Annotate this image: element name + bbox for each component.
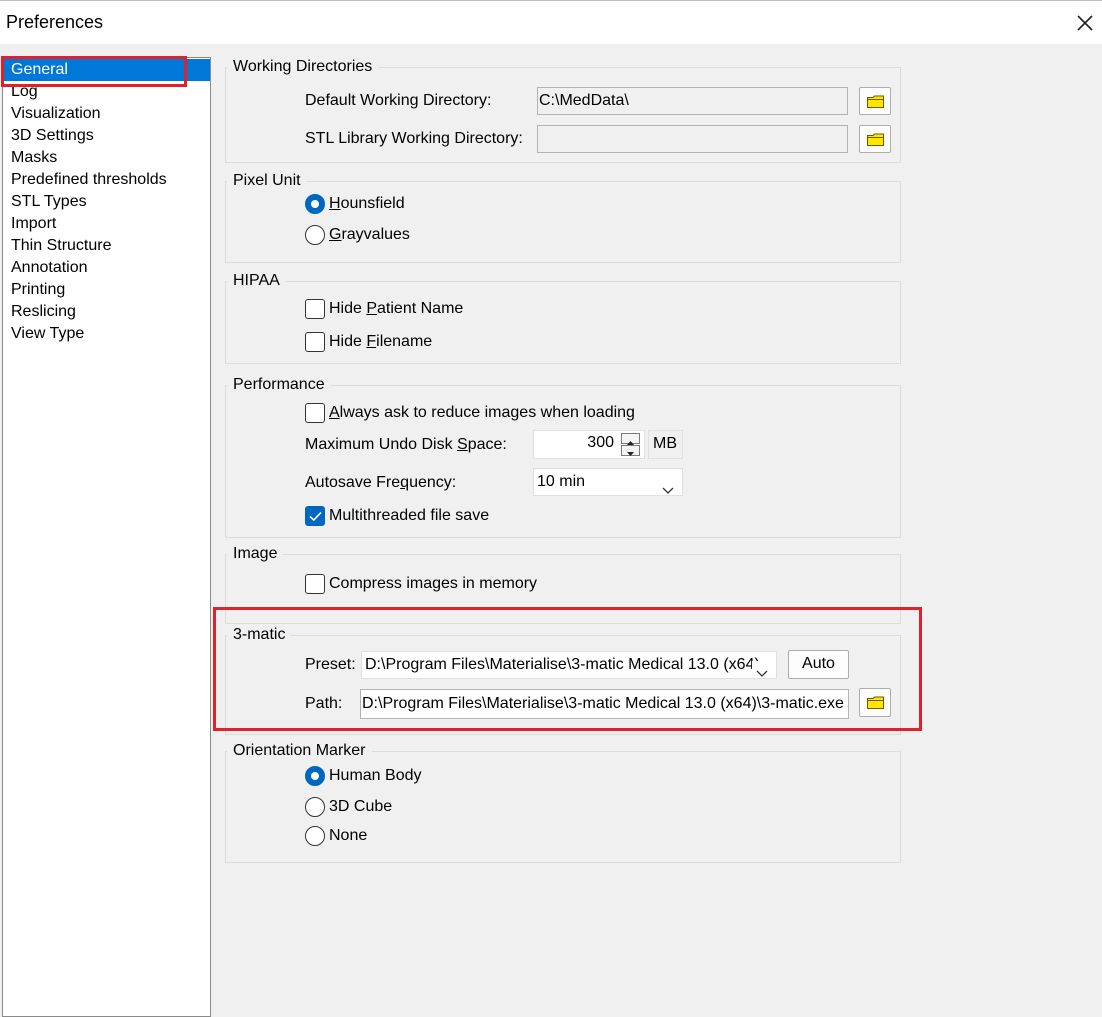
preset-value: D:\Program Files\Materialise\3-matic Med… (365, 656, 760, 673)
max-undo-disk-space-value: 300 (587, 434, 614, 451)
sidebar-item-import[interactable]: Import (4, 213, 210, 235)
preset-label: Preset: (305, 656, 356, 673)
hide-patient-name-checkbox[interactable] (305, 299, 325, 319)
spin-down-button[interactable] (621, 445, 640, 456)
none-radio[interactable] (305, 826, 325, 846)
chevron-down-icon (662, 478, 674, 495)
autosave-frequency-select[interactable]: 10 min (533, 468, 683, 496)
default-working-directory-field[interactable]: C:\MedData\ (537, 87, 848, 115)
hounsfield-label[interactable]: Hounsfield (329, 194, 405, 214)
performance-title: Performance (227, 375, 331, 395)
auto-button[interactable]: Auto (788, 650, 849, 679)
hounsfield-radio[interactable] (305, 194, 325, 214)
sidebar-item-visualization[interactable]: Visualization (4, 103, 210, 125)
hipaa-group (225, 281, 901, 364)
3d-cube-label[interactable]: 3D Cube (329, 797, 392, 817)
browse-path-button[interactable] (859, 688, 891, 717)
browse-stl-directory-button[interactable] (859, 125, 891, 153)
hide-filename-label[interactable]: Hide Filename (329, 332, 432, 352)
hounsfield-label-rest: ounsfield (340, 195, 405, 212)
orientation-marker-title: Orientation Marker (227, 741, 372, 761)
image-title: Image (227, 544, 284, 564)
stl-library-directory-label: STL Library Working Directory: (305, 130, 523, 147)
sidebar-item-printing[interactable]: Printing (4, 279, 210, 301)
spin-down-icon (622, 446, 639, 463)
folder-icon (867, 133, 884, 146)
three-matic-title: 3-matic (227, 625, 292, 645)
compress-images-label[interactable]: Compress images in memory (329, 574, 537, 594)
none-label[interactable]: None (329, 826, 367, 846)
browse-default-directory-button[interactable] (859, 87, 891, 115)
pixel-unit-title: Pixel Unit (227, 171, 307, 191)
sidebar-item-3d-settings[interactable]: 3D Settings (4, 125, 210, 147)
preset-select[interactable]: D:\Program Files\Materialise\3-matic Med… (361, 651, 777, 679)
image-group (225, 554, 901, 624)
hide-filename-checkbox[interactable] (305, 332, 325, 352)
pixel-unit-group (225, 181, 901, 263)
folder-icon (867, 696, 884, 709)
hide-patient-name-label[interactable]: Hide Patient Name (329, 299, 463, 319)
grayvalues-label[interactable]: Grayvalues (329, 225, 410, 245)
sidebar-item-reslicing[interactable]: Reslicing (4, 301, 210, 323)
grayvalues-label-rest: rayvalues (341, 226, 410, 243)
chevron-down-icon (752, 661, 768, 678)
sidebar-item-view-type[interactable]: View Type (4, 323, 210, 345)
grayvalues-radio[interactable] (305, 225, 325, 245)
autosave-frequency-value: 10 min (537, 473, 586, 490)
3d-cube-radio[interactable] (305, 797, 325, 817)
window-title: Preferences (6, 12, 104, 32)
autosave-frequency-label: Autosave Frequency: (305, 474, 457, 491)
title-bar: Preferences (0, 0, 1102, 44)
category-list[interactable]: General Log Visualization 3D Settings Ma… (2, 57, 211, 1017)
max-undo-disk-space-label: Maximum Undo Disk Space: (305, 436, 507, 453)
spin-up-button[interactable] (621, 433, 640, 445)
folder-icon (867, 95, 884, 108)
sidebar-item-log[interactable]: Log (4, 81, 210, 103)
human-body-radio[interactable] (305, 766, 325, 786)
path-label: Path: (305, 695, 343, 712)
working-directories-title: Working Directories (227, 57, 379, 77)
human-body-label[interactable]: Human Body (329, 766, 422, 786)
compress-images-checkbox[interactable] (305, 574, 325, 594)
always-ask-reduce-label[interactable]: Always ask to reduce images when loading (329, 403, 635, 423)
hipaa-title: HIPAA (227, 271, 286, 291)
default-working-directory-label: Default Working Directory: (305, 92, 492, 109)
sidebar-item-masks[interactable]: Masks (4, 147, 210, 169)
sidebar-item-predefined-thresholds[interactable]: Predefined thresholds (4, 169, 210, 191)
always-ask-reduce-checkbox[interactable] (305, 403, 325, 423)
orientation-marker-group (225, 751, 901, 863)
max-undo-disk-space-spinner[interactable]: 300 (533, 430, 645, 459)
sidebar-item-stl-types[interactable]: STL Types (4, 191, 210, 213)
sidebar-item-annotation[interactable]: Annotation (4, 257, 210, 279)
close-button[interactable] (1066, 7, 1102, 39)
multithreaded-file-save-label[interactable]: Multithreaded file save (329, 506, 489, 526)
stl-library-directory-field[interactable] (537, 125, 848, 153)
sidebar-item-thin-structure[interactable]: Thin Structure (4, 235, 210, 257)
undo-unit-label: MB (648, 430, 683, 459)
multithreaded-file-save-checkbox[interactable] (305, 506, 325, 526)
close-icon (1066, 7, 1102, 39)
sidebar-item-general[interactable]: General (4, 59, 210, 81)
path-field[interactable]: D:\Program Files\Materialise\3-matic Med… (360, 689, 849, 719)
